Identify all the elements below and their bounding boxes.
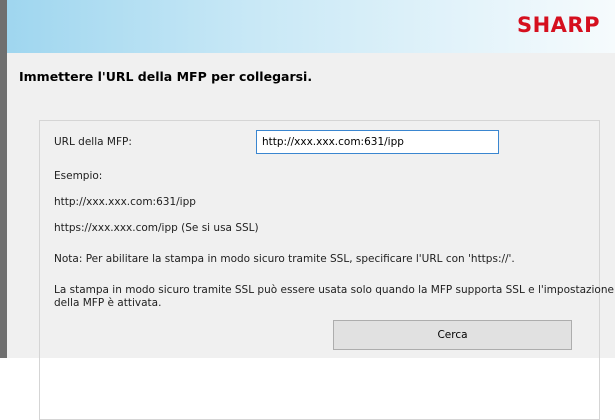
- ssl-note: Nota: Per abilitare la stampa in modo si…: [54, 253, 515, 265]
- search-button[interactable]: Cerca: [333, 320, 572, 350]
- wizard-panel: Immettere l'URL della MFP per collegarsi…: [7, 53, 615, 420]
- url-label: URL della MFP:: [54, 136, 132, 148]
- url-input[interactable]: [256, 130, 499, 154]
- page-title: Immettere l'URL della MFP per collegarsi…: [19, 69, 313, 84]
- ssl-info-line-1: La stampa in modo sicuro tramite SSL può…: [54, 284, 615, 296]
- example-http: http://xxx.xxx.com:631/ipp: [54, 196, 196, 208]
- example-label: Esempio:: [54, 170, 103, 182]
- ssl-info-line-2: della MFP è attivata.: [54, 297, 162, 309]
- settings-group: [39, 120, 600, 420]
- sharp-logo: SHARP: [516, 13, 600, 37]
- window-edge: [0, 0, 7, 358]
- search-button-label: Cerca: [437, 329, 468, 341]
- example-https: https://xxx.xxx.com/ipp (Se si usa SSL): [54, 222, 259, 234]
- header-banner: SHARP: [7, 0, 615, 53]
